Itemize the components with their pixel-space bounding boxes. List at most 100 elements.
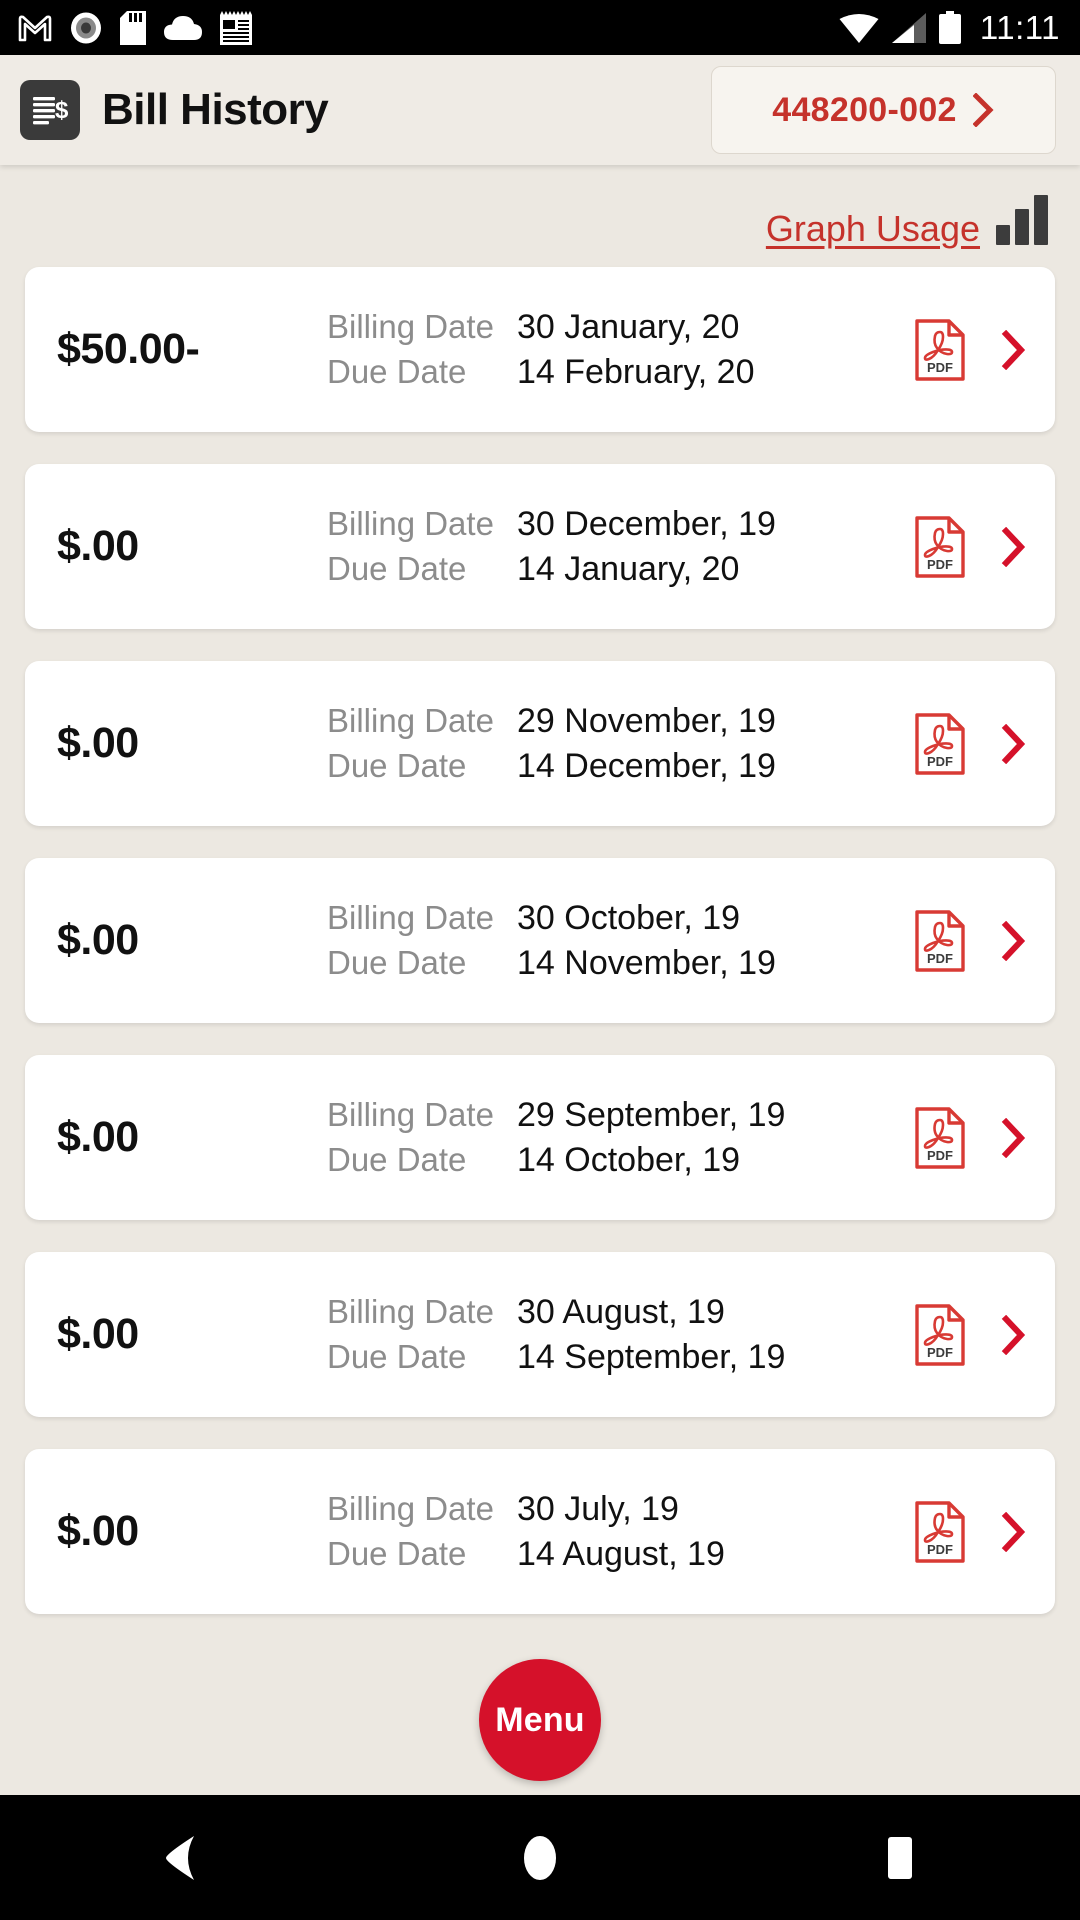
bill-amount: $.00 [57, 719, 139, 767]
bill-detail-chevron-icon[interactable] [1001, 723, 1027, 764]
bill-card[interactable]: $50.00- Billing Date 30 January, 20 Due Dat… [25, 267, 1055, 432]
pdf-download-icon[interactable]: PDF [913, 1500, 967, 1564]
svg-text:PDF: PDF [927, 1345, 953, 1360]
bill-dollar-icon: $ [20, 80, 80, 140]
sd-card-icon [120, 10, 146, 45]
billing-date-label: Billing Date [327, 898, 494, 936]
app-header: $ Bill History 448200-002 [0, 55, 1080, 165]
bill-amount: $.00 [57, 1507, 139, 1555]
nav-back-button[interactable] [105, 1795, 255, 1920]
billing-date-value: 30 January, 20 [517, 307, 740, 346]
billing-date-line: Billing Date 30 July, 19 [327, 1490, 913, 1529]
menu-fab-button[interactable]: Menu [479, 1659, 601, 1781]
bar-chart-icon[interactable] [996, 195, 1048, 247]
bill-card[interactable]: $.00 Billing Date 30 August, 19 Due Date 14 … [25, 1252, 1055, 1417]
billing-date-value: 30 December, 19 [517, 504, 776, 543]
bill-card[interactable]: $.00 Billing Date 30 December, 19 Due Date 1… [25, 464, 1055, 629]
graph-usage-row: Graph Usage [0, 165, 1080, 247]
bill-detail-chevron-icon[interactable] [1001, 1117, 1027, 1158]
bill-amount: $.00 [57, 1113, 139, 1161]
bill-history-list: $50.00- Billing Date 30 January, 20 Due Dat… [0, 247, 1080, 1655]
due-date-label: Due Date [327, 1140, 467, 1178]
svg-text:$: $ [55, 97, 69, 124]
bill-amount: $.00 [57, 522, 139, 570]
wifi-icon [839, 13, 879, 43]
bill-detail-chevron-icon[interactable] [1001, 329, 1027, 370]
graph-usage-link[interactable]: Graph Usage [766, 211, 980, 247]
billing-date-line: Billing Date 30 August, 19 [327, 1293, 913, 1332]
due-date-line: Due Date 14 January, 20 [327, 550, 913, 589]
account-number: 448200-002 [772, 90, 957, 129]
billing-date-line: Billing Date 30 January, 20 [327, 308, 913, 347]
bill-detail-chevron-icon[interactable] [1001, 526, 1027, 567]
account-selector-button[interactable]: 448200-002 [711, 66, 1056, 154]
status-bar-notification-icons [18, 10, 252, 45]
due-date-line: Due Date 14 September, 19 [327, 1338, 913, 1377]
android-navigation-bar [0, 1795, 1080, 1920]
billing-date-line: Billing Date 29 September, 19 [327, 1096, 913, 1135]
pdf-download-icon[interactable]: PDF [913, 1106, 967, 1170]
due-date-line: Due Date 14 December, 19 [327, 747, 913, 786]
due-date-label: Due Date [327, 1337, 467, 1375]
due-date-value: 14 January, 20 [517, 549, 740, 588]
bill-amount: $50.00- [57, 325, 200, 373]
menu-fab-container: Menu [0, 1645, 1080, 1795]
due-date-value: 14 February, 20 [517, 352, 755, 391]
nav-home-button[interactable] [465, 1795, 615, 1920]
home-circle-icon [524, 1835, 556, 1880]
due-date-label: Due Date [327, 352, 467, 390]
billing-date-line: Billing Date 30 October, 19 [327, 899, 913, 938]
bill-dates: Billing Date 30 August, 19 Due Date 14 Sept… [327, 1293, 913, 1377]
bill-detail-chevron-icon[interactable] [1001, 920, 1027, 961]
billing-date-value: 29 November, 19 [517, 701, 776, 740]
due-date-value: 14 November, 19 [517, 943, 776, 982]
bill-amount: $.00 [57, 1310, 139, 1358]
svg-text:PDF: PDF [927, 557, 953, 572]
bill-dates: Billing Date 30 October, 19 Due Date 14 Nov… [327, 899, 913, 983]
nav-recents-button[interactable] [825, 1795, 975, 1920]
billing-date-label: Billing Date [327, 1095, 494, 1133]
billing-date-label: Billing Date [327, 504, 494, 542]
svg-text:PDF: PDF [927, 754, 953, 769]
billing-date-value: 30 August, 19 [517, 1292, 725, 1331]
due-date-label: Due Date [327, 549, 467, 587]
bill-card[interactable]: $.00 Billing Date 29 September, 19 Due Date… [25, 1055, 1055, 1220]
bill-dates: Billing Date 30 January, 20 Due Date 14 Feb… [327, 308, 913, 392]
billing-date-line: Billing Date 30 December, 19 [327, 505, 913, 544]
billing-date-line: Billing Date 29 November, 19 [327, 702, 913, 741]
due-date-value: 14 December, 19 [517, 746, 776, 785]
bill-dates: Billing Date 29 September, 19 Due Date 14 O… [327, 1096, 913, 1180]
billing-date-value: 30 October, 19 [517, 898, 741, 937]
due-date-value: 14 October, 19 [517, 1140, 741, 1179]
cloud-icon [164, 15, 202, 40]
status-bar: 11:11 [0, 0, 1080, 55]
bill-card[interactable]: $.00 Billing Date 30 October, 19 Due Date 14… [25, 858, 1055, 1023]
pdf-download-icon[interactable]: PDF [913, 515, 967, 579]
menu-fab-label: Menu [495, 1700, 585, 1739]
bill-detail-chevron-icon[interactable] [1001, 1314, 1027, 1355]
pdf-download-icon[interactable]: PDF [913, 712, 967, 776]
recents-square-icon [888, 1836, 912, 1879]
due-date-value: 14 August, 19 [517, 1534, 725, 1573]
bill-detail-chevron-icon[interactable] [1001, 1511, 1027, 1552]
cellular-signal-icon [891, 12, 926, 43]
app-screen: 11:11 $ Bill History 448200-002 Graph Us… [0, 0, 1080, 1920]
bar-chart-bar-3 [1034, 195, 1048, 245]
battery-icon [938, 11, 961, 44]
pdf-download-icon[interactable]: PDF [913, 318, 967, 382]
bill-card[interactable]: $.00 Billing Date 29 November, 19 Due Date 1… [25, 661, 1055, 826]
bill-amount: $.00 [57, 916, 139, 964]
record-circle-icon [71, 12, 101, 43]
due-date-label: Due Date [327, 746, 467, 784]
status-bar-clock: 11:11 [979, 8, 1060, 46]
due-date-label: Due Date [327, 943, 467, 981]
due-date-label: Due Date [327, 1534, 467, 1572]
bar-chart-bar-2 [1015, 209, 1029, 245]
billing-date-value: 29 September, 19 [517, 1095, 786, 1134]
billing-date-label: Billing Date [327, 307, 494, 345]
billing-date-label: Billing Date [327, 1489, 494, 1527]
pdf-download-icon[interactable]: PDF [913, 909, 967, 973]
status-bar-system-icons: 11:11 [839, 9, 1060, 47]
bill-card[interactable]: $.00 Billing Date 30 July, 19 Due Date 14 Au… [25, 1449, 1055, 1614]
pdf-download-icon[interactable]: PDF [913, 1303, 967, 1367]
